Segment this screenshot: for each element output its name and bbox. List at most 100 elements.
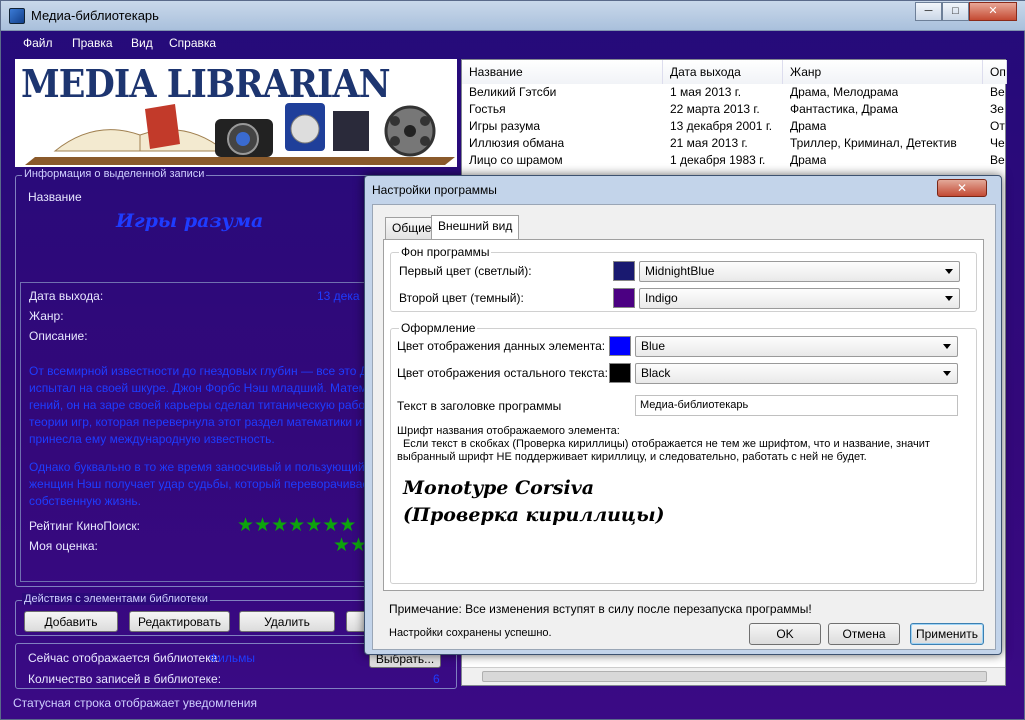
table-cell: 22 марта 2013 г. bbox=[670, 102, 760, 116]
banner-illustration bbox=[25, 103, 455, 165]
background-group: Фон программы Первый цвет (светлый): Mid… bbox=[390, 245, 977, 312]
tab-appearance[interactable]: Внешний вид bbox=[431, 215, 520, 240]
font-label: Шрифт названия отображаемого элемента: bbox=[397, 425, 620, 437]
menu-file[interactable]: Файл bbox=[23, 36, 53, 50]
table-cell: Иллюзия обмана bbox=[469, 136, 565, 150]
table-cell: 1 мая 2013 г. bbox=[670, 85, 742, 99]
banner: MEDIA LIBRARIAN bbox=[15, 59, 457, 167]
maximize-button[interactable]: □ bbox=[942, 2, 969, 21]
name-value: Игры разума bbox=[116, 210, 264, 232]
release-label: Дата выхода: bbox=[29, 289, 104, 303]
first-color-label: Первый цвет (светлый): bbox=[399, 264, 532, 278]
scrollbar-thumb[interactable] bbox=[482, 671, 987, 682]
current-library-value: Фильмы bbox=[209, 651, 255, 665]
background-group-label: Фон программы bbox=[399, 245, 492, 259]
settings-dialog: Настройки программы ✕ Общие Внешний вид … bbox=[364, 175, 1002, 655]
cancel-button[interactable]: Отмена bbox=[828, 623, 900, 645]
second-color-select[interactable]: Indigo bbox=[639, 288, 960, 309]
horizontal-scrollbar[interactable] bbox=[462, 667, 1005, 685]
column-header-date[interactable]: Дата выхода bbox=[663, 60, 783, 84]
actions-group-label: Действия с элементами библиотеки bbox=[22, 593, 210, 605]
text-color-select[interactable]: Black bbox=[635, 363, 958, 384]
data-color-select[interactable]: Blue bbox=[635, 336, 958, 357]
dialog-title: Настройки программы bbox=[372, 183, 497, 197]
table-cell: 21 мая 2013 г. bbox=[670, 136, 748, 150]
delete-button[interactable]: Удалить bbox=[239, 611, 335, 632]
menu-help[interactable]: Справка bbox=[169, 36, 216, 50]
text-color-label: Цвет отображения остального текста: bbox=[397, 366, 608, 380]
appearance-pane: Фон программы Первый цвет (светлый): Mid… bbox=[383, 239, 984, 591]
column-header-name[interactable]: Название bbox=[462, 60, 663, 84]
menu-edit[interactable]: Правка bbox=[72, 36, 113, 50]
star-icon: ★ bbox=[271, 515, 289, 536]
kp-rating-label: Рейтинг КиноПоиск: bbox=[29, 519, 140, 533]
star-icon: ★ bbox=[254, 515, 272, 536]
kp-rating-stars: ★★★★★★★ bbox=[237, 516, 356, 535]
ok-button[interactable]: OK bbox=[749, 623, 821, 645]
column-header-genre[interactable]: Жанр bbox=[783, 60, 983, 84]
table-row[interactable]: Лицо со шрамом 1 декабря 1983 г. Драма Ве bbox=[462, 152, 1007, 169]
table-cell: Драма bbox=[790, 119, 827, 133]
table-cell: 13 декабря 2001 г. bbox=[670, 119, 773, 133]
title-text-label: Текст в заголовке программы bbox=[397, 399, 562, 413]
table-cell: Великий Гэтсби bbox=[469, 85, 557, 99]
current-library-label: Сейчас отображается библиотека: bbox=[28, 651, 221, 665]
text-color-select-value: Black bbox=[641, 366, 671, 380]
status-bar: Статусная строка отображает уведомления bbox=[13, 696, 257, 710]
chevron-down-icon bbox=[943, 344, 951, 349]
info-group-label: Информация о выделенной записи bbox=[22, 168, 207, 180]
genre-label: Жанр: bbox=[29, 309, 64, 323]
text-color-swatch bbox=[609, 363, 631, 383]
chevron-down-icon bbox=[945, 296, 953, 301]
menu-view[interactable]: Вид bbox=[131, 36, 153, 50]
table-row[interactable]: Великий Гэтсби 1 мая 2013 г. Драма, Мелодр… bbox=[462, 84, 1007, 101]
table-row[interactable]: Иллюзия обмана 21 мая 2013 г. Триллер, Кри… bbox=[462, 135, 1007, 152]
second-color-swatch bbox=[613, 288, 635, 308]
edit-button[interactable]: Редактировать bbox=[129, 611, 230, 632]
font-sample-2: (Проверка кириллицы) bbox=[403, 504, 665, 526]
add-button[interactable]: Добавить bbox=[24, 611, 118, 632]
star-icon: ★ bbox=[333, 535, 351, 556]
description-label: Описание: bbox=[29, 329, 88, 343]
apply-button[interactable]: Применить bbox=[910, 623, 984, 645]
star-icon: ★ bbox=[322, 515, 340, 536]
first-color-swatch bbox=[613, 261, 635, 281]
table-cell: От bbox=[990, 119, 1005, 133]
star-icon: ★ bbox=[237, 515, 255, 536]
title-text-input[interactable]: Медиа-библиотекарь bbox=[635, 395, 958, 416]
dialog-body: Общие Внешний вид Фон программы Первый ц… bbox=[372, 204, 996, 650]
table-cell: Фантастика, Драма bbox=[790, 102, 898, 116]
data-color-select-value: Blue bbox=[641, 339, 666, 353]
table-row[interactable]: Гостья 22 марта 2013 г. Фантастика, Драма З… bbox=[462, 101, 1007, 118]
count-value: 6 bbox=[433, 672, 440, 686]
table-cell: Ве bbox=[990, 85, 1005, 99]
second-color-select-value: Indigo bbox=[645, 291, 678, 305]
name-label: Название bbox=[28, 190, 82, 204]
count-label: Количество записей в библиотеке: bbox=[28, 672, 222, 686]
minimize-button[interactable]: ─ bbox=[915, 2, 942, 21]
chevron-down-icon bbox=[945, 269, 953, 274]
table-cell: Че bbox=[990, 136, 1005, 150]
column-header-description[interactable]: Оп bbox=[983, 60, 1007, 84]
second-color-label: Второй цвет (темный): bbox=[399, 291, 524, 305]
design-group-label: Оформление bbox=[399, 321, 478, 335]
data-color-swatch bbox=[609, 336, 631, 356]
table-cell: 1 декабря 1983 г. bbox=[670, 153, 766, 167]
font-preview[interactable]: Monotype Corsiva (Проверка кириллицы) bbox=[403, 475, 665, 529]
release-value: 13 дека bbox=[317, 289, 360, 303]
close-button[interactable]: ✕ bbox=[969, 2, 1017, 21]
my-rating-stars[interactable]: ★★ bbox=[333, 536, 367, 555]
font-hint-1: Если текст в скобках (Проверка кириллицы… bbox=[403, 438, 930, 450]
font-hint-2: выбранный шрифт НЕ поддерживает кириллиц… bbox=[397, 451, 867, 463]
star-icon: ★ bbox=[305, 515, 323, 536]
star-icon: ★ bbox=[288, 515, 306, 536]
table-row[interactable]: Игры разума 13 декабря 2001 г. Драма От bbox=[462, 118, 1007, 135]
dialog-status: Настройки сохранены успешно. bbox=[389, 627, 552, 639]
first-color-select[interactable]: MidnightBlue bbox=[639, 261, 960, 282]
table-cell: Ве bbox=[990, 153, 1005, 167]
restart-note: Примечание: Все изменения вступят в силу… bbox=[389, 602, 812, 616]
table-cell: Зе bbox=[990, 102, 1004, 116]
dialog-close-button[interactable]: ✕ bbox=[937, 179, 987, 197]
table-cell: Драма, Мелодрама bbox=[790, 85, 899, 99]
data-color-label: Цвет отображения данных элемента: bbox=[397, 339, 606, 353]
